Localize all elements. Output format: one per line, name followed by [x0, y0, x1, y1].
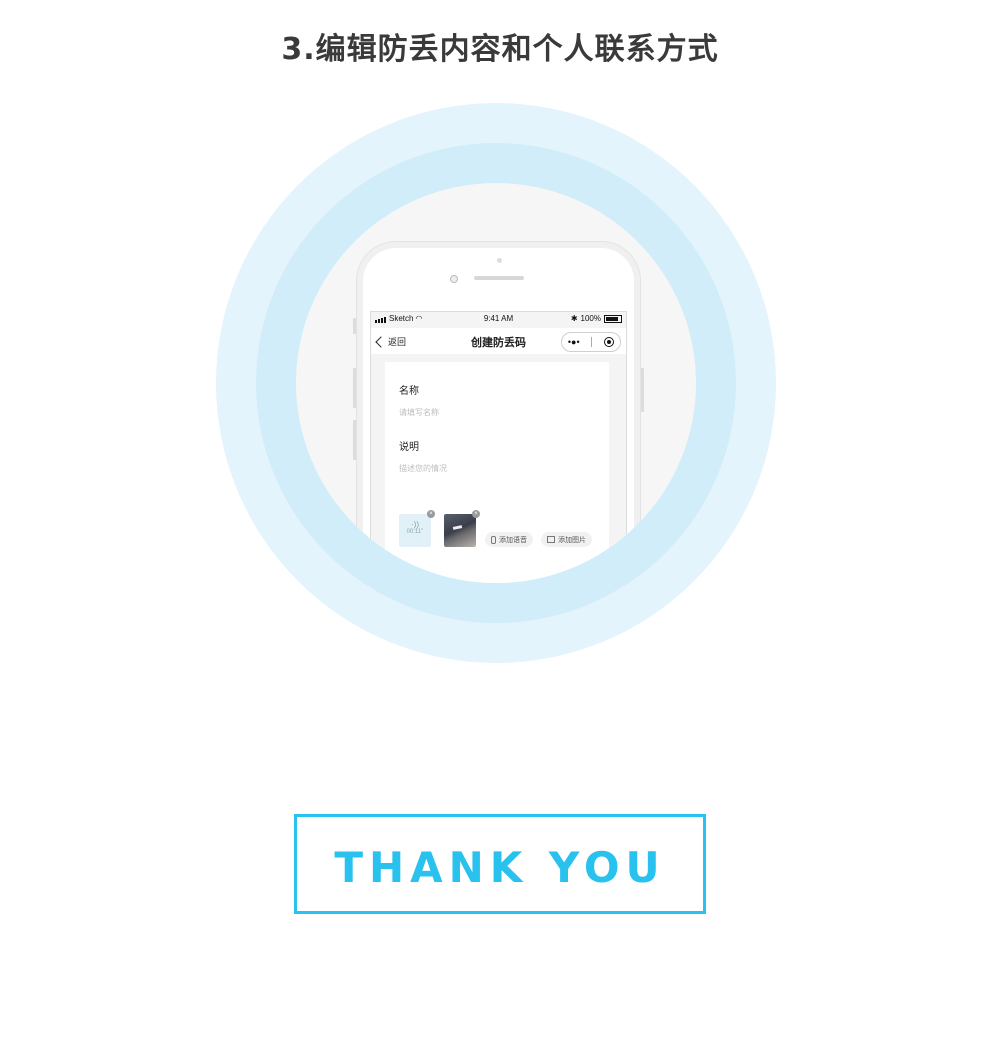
- phone-mockup-circle: Sketch ◠ 9:41 AM ✱ 100% 返回 创建防丢码 •●• 名称 …: [296, 183, 696, 583]
- photo-attachment[interactable]: [444, 514, 476, 547]
- form-card: 名称 请填写名称 说明 描述您的情况 ·)) 00:11'' × × 添加语音 …: [385, 362, 609, 583]
- capsule-divider: [591, 337, 593, 347]
- phone-volume-down-button: [353, 420, 356, 460]
- description-input[interactable]: 描述您的情况: [399, 463, 447, 474]
- add-voice-button[interactable]: 添加语音: [485, 532, 533, 547]
- description-label: 说明: [399, 442, 419, 453]
- image-icon: [547, 536, 555, 543]
- phone-front-camera: [450, 275, 458, 283]
- phone-mute-switch: [353, 318, 356, 334]
- voice-wave-icon: ·)): [411, 520, 419, 529]
- thank-you-banner: THANK YOU: [294, 814, 706, 914]
- close-miniprogram-icon[interactable]: [604, 337, 615, 347]
- phone-screen: Sketch ◠ 9:41 AM ✱ 100% 返回 创建防丢码 •●• 名称 …: [370, 311, 627, 583]
- remove-photo-icon[interactable]: ×: [472, 510, 480, 518]
- microphone-icon: [491, 535, 496, 544]
- add-image-label: 添加图片: [558, 536, 586, 544]
- miniprogram-capsule: •●•: [561, 332, 621, 352]
- name-label: 名称: [399, 386, 419, 397]
- phone-power-button: [641, 368, 644, 412]
- battery-icon: [604, 314, 622, 323]
- name-input[interactable]: 请填写名称: [399, 407, 439, 418]
- battery-percent: 100%: [580, 314, 601, 323]
- bluetooth-icon: ✱: [570, 314, 578, 323]
- add-voice-label: 添加语音: [499, 536, 527, 544]
- status-bar: Sketch ◠ 9:41 AM ✱ 100%: [371, 312, 626, 326]
- phone-sensor-dot: [497, 258, 502, 263]
- nav-bar: 返回 创建防丢码 •●•: [371, 328, 626, 354]
- voice-attachment[interactable]: ·)) 00:11'': [399, 514, 431, 547]
- voice-duration: 00:11'': [406, 529, 424, 535]
- thank-you-text: THANK YOU: [334, 843, 666, 892]
- phone-volume-up-button: [353, 368, 356, 408]
- phone-speaker: [474, 276, 524, 280]
- add-image-button[interactable]: 添加图片: [541, 532, 592, 547]
- more-icon[interactable]: •●•: [568, 337, 580, 347]
- remove-voice-icon[interactable]: ×: [427, 510, 435, 518]
- page-title: 3.编辑防丢内容和个人联系方式: [281, 32, 719, 67]
